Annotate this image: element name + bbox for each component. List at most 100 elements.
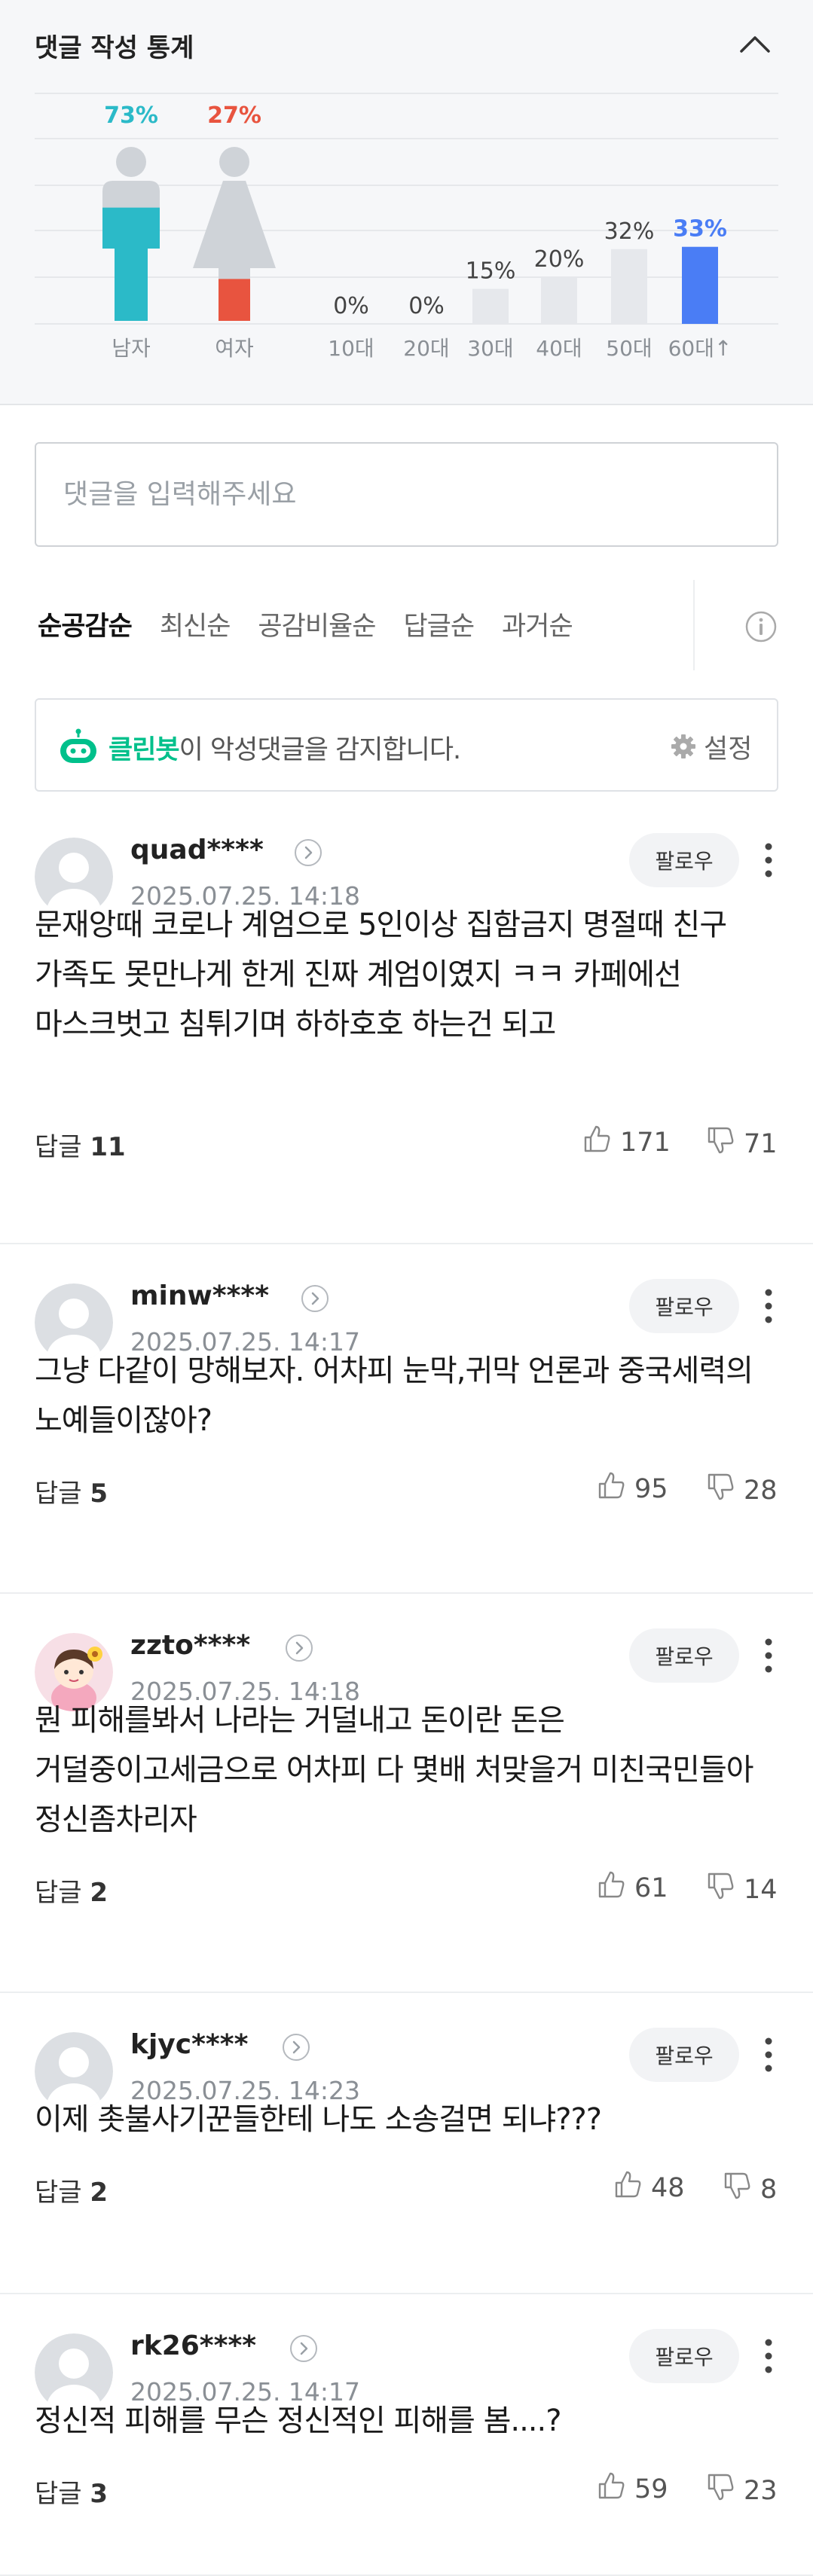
gear-icon — [671, 734, 695, 758]
dislike-button[interactable]: 71 — [704, 1125, 778, 1163]
reply-button[interactable]: 답글 5 — [35, 1473, 108, 1509]
more-options-icon[interactable] — [755, 1633, 782, 1678]
reply-button[interactable]: 답글 11 — [35, 1126, 126, 1163]
comment-author[interactable]: quad**** — [130, 835, 264, 865]
like-count: 95 — [634, 1473, 668, 1504]
thumbs-down-icon — [704, 1870, 736, 1909]
more-options-icon[interactable] — [755, 1283, 782, 1329]
comment-body: 이제 촛불사기꾼들한테 나도 소송걸면 되냐??? — [35, 2102, 602, 2137]
comment-body: 정신적 피해를 무슨 정신적인 피해를 봄....? — [35, 2404, 561, 2438]
thumbs-up-icon — [595, 2470, 627, 2508]
dislike-button[interactable]: 8 — [721, 2170, 777, 2208]
like-button[interactable]: 171 — [581, 1123, 671, 1161]
reply-button[interactable]: 답글 2 — [35, 1872, 108, 1909]
dislike-button[interactable]: 23 — [704, 2471, 778, 2510]
author-chevron-right-icon[interactable] — [300, 1283, 330, 1314]
dislike-count: 23 — [744, 2475, 778, 2506]
thumbs-down-icon — [704, 2471, 736, 2510]
comment-input-box[interactable] — [35, 442, 778, 547]
dislike-count: 71 — [744, 1128, 778, 1159]
more-options-icon[interactable] — [755, 838, 782, 883]
reply-label: 답글 — [35, 1479, 82, 1509]
more-options-icon[interactable] — [755, 2333, 782, 2379]
tab-sort-latest[interactable]: 최신순 — [160, 605, 231, 643]
author-chevron-right-icon[interactable] — [281, 2032, 311, 2062]
dislike-button[interactable]: 14 — [704, 1870, 778, 1909]
tab-sort-replies[interactable]: 답글순 — [403, 605, 475, 643]
reply-button[interactable]: 답글 2 — [35, 2172, 108, 2208]
reply-label: 답글 — [35, 2178, 82, 2208]
reply-label: 답글 — [35, 1132, 82, 1162]
settings-label: 설정 — [704, 734, 753, 765]
comment-author[interactable]: rk26**** — [130, 2330, 256, 2361]
age-bar — [611, 249, 647, 324]
comment-body: 뭔 피해를봐서 나라는 거덜내고 돈이란 돈은 거덜중이고세금으로 어차피 다 … — [35, 1703, 754, 1837]
reply-count: 3 — [90, 2479, 109, 2509]
like-button[interactable]: 59 — [595, 2470, 668, 2508]
reply-label: 답글 — [35, 2479, 82, 2509]
cleanbot-robot-icon — [57, 728, 99, 766]
age-percent: 32% — [604, 218, 655, 245]
follow-button[interactable]: 팔로우 — [629, 1628, 739, 1683]
dislike-count: 8 — [760, 2174, 778, 2205]
comment-author[interactable]: minw**** — [130, 1280, 269, 1311]
age-bar — [541, 277, 577, 324]
like-count: 171 — [620, 1127, 671, 1158]
age-label: 40대 — [536, 336, 582, 361]
reply-count: 2 — [90, 1878, 109, 1908]
age-bar — [472, 288, 509, 324]
like-count: 61 — [634, 1872, 668, 1903]
cleanbot-settings-button[interactable]: 설정 — [669, 727, 752, 766]
info-icon[interactable] — [744, 610, 778, 643]
more-options-icon[interactable] — [755, 2032, 782, 2077]
comment-author[interactable]: kjyc**** — [130, 2029, 248, 2060]
follow-button[interactable]: 팔로우 — [629, 2028, 739, 2082]
male-label: 남자 — [112, 336, 151, 361]
tab-divider — [693, 580, 695, 670]
age-label: 50대 — [606, 336, 652, 361]
comment-author[interactable]: zzto**** — [130, 1630, 250, 1661]
cleanbot-banner: 클린봇이 악성댓글을 감지합니다. 설정 — [35, 698, 778, 792]
age-percent: 0% — [408, 293, 445, 319]
thumbs-down-icon — [721, 2170, 753, 2208]
comment-stats-panel: 댓글 작성 통계 73% 남자 27% 여자 0% 10대 0% 20대 15% 30대 20% 40… — [0, 0, 813, 405]
like-button[interactable]: 48 — [612, 2169, 685, 2207]
sort-tabs: 순공감순 최신순 공감비율순 답글순 과거순 — [38, 601, 601, 646]
female-label: 여자 — [215, 336, 254, 361]
follow-button[interactable]: 팔로우 — [629, 1279, 739, 1333]
author-chevron-right-icon[interactable] — [293, 838, 323, 868]
author-chevron-right-icon[interactable] — [289, 2333, 319, 2364]
tab-sort-oldest[interactable]: 과거순 — [502, 605, 573, 643]
female-head-icon — [219, 147, 249, 177]
cleanbot-description: 이 악성댓글을 감지합니다. — [179, 735, 462, 765]
tab-sort-like-ratio[interactable]: 공감비율순 — [258, 605, 376, 643]
comment-item: kjyc**** 2025.07.25. 14:23 팔로우 이제 촛불사기꾼들… — [0, 1993, 813, 2294]
like-count: 48 — [651, 2172, 685, 2203]
dislike-button[interactable]: 28 — [704, 1471, 778, 1509]
cleanbot-brand[interactable]: 클린봇 — [109, 735, 180, 765]
reply-button[interactable]: 답글 3 — [35, 2473, 108, 2510]
thumbs-down-icon — [704, 1471, 736, 1509]
comment-item: rk26**** 2025.07.25. 14:17 팔로우 정신적 피해를 무… — [0, 2294, 813, 2576]
dislike-count: 14 — [744, 1874, 778, 1905]
female-percent: 27% — [207, 102, 261, 129]
comment-item: minw**** 2025.07.25. 14:17 팔로우 그냥 다같이 망해… — [0, 1244, 813, 1594]
reply-count: 5 — [90, 1479, 109, 1509]
age-percent: 0% — [333, 293, 369, 319]
thumbs-up-icon — [595, 1869, 627, 1907]
comment-body: 문재앙때 코로나 계엄으로 5인이상 집함금지 명절때 친구 가족도 못만나게 … — [35, 908, 727, 1042]
male-head-icon — [116, 147, 146, 177]
like-button[interactable]: 61 — [595, 1869, 668, 1907]
reply-count: 2 — [90, 2178, 109, 2208]
age-bar — [682, 246, 718, 324]
age-label: 60대↑ — [668, 336, 732, 361]
author-chevron-right-icon[interactable] — [284, 1633, 314, 1663]
age-percent: 15% — [466, 258, 516, 285]
follow-button[interactable]: 팔로우 — [629, 2329, 739, 2383]
dislike-count: 28 — [744, 1475, 778, 1506]
comment-input[interactable] — [36, 444, 777, 545]
like-button[interactable]: 95 — [595, 1470, 668, 1508]
comment-item: zzto**** 2025.07.25. 14:18 팔로우 뭔 피해를봐서 나… — [0, 1594, 813, 1993]
follow-button[interactable]: 팔로우 — [629, 833, 739, 887]
tab-sort-likes[interactable]: 순공감순 — [38, 605, 133, 643]
